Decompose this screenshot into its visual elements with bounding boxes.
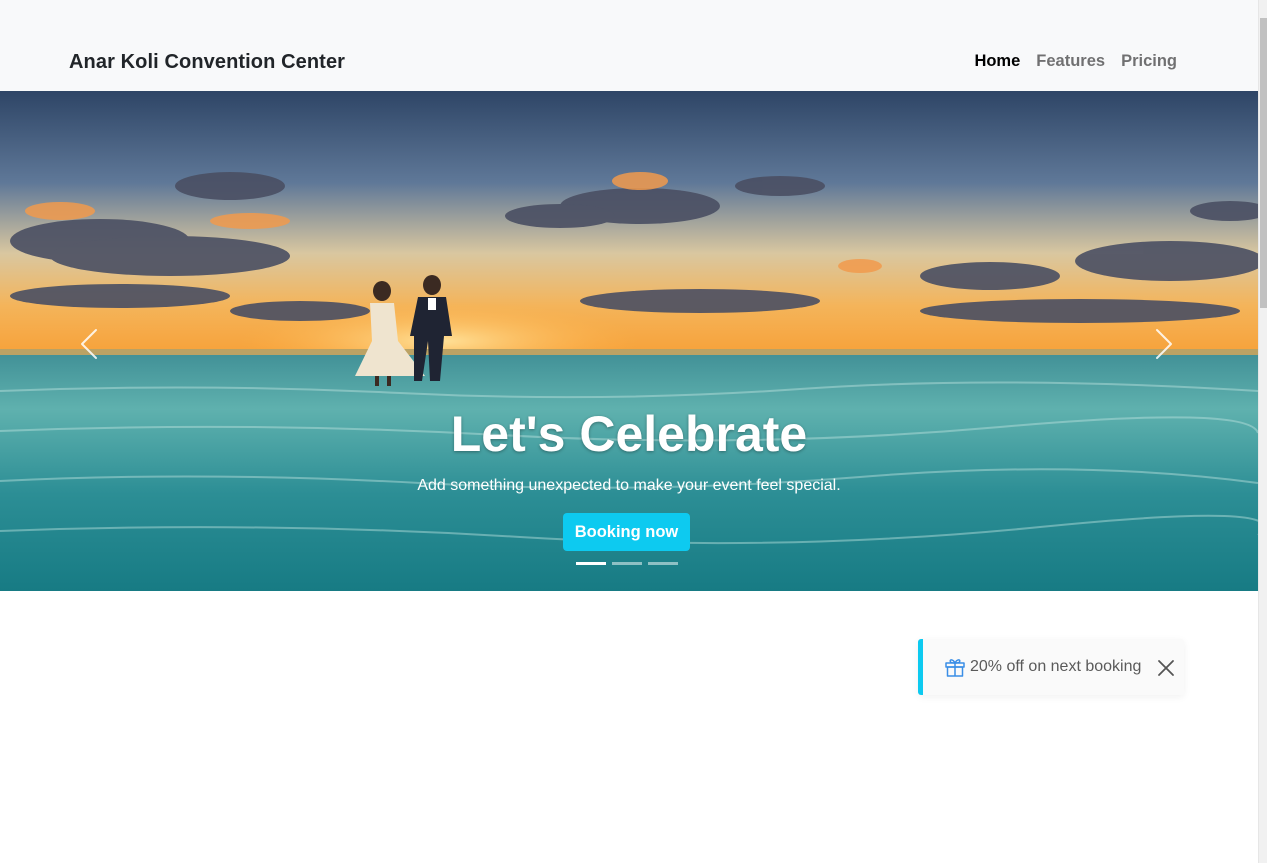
hero-carousel: Let's Celebrate Add something unexpected… [0, 91, 1258, 591]
vertical-scrollbar[interactable] [1258, 0, 1267, 863]
page: Anar Koli Convention Center Home Feature… [0, 0, 1267, 863]
scrollbar-thumb[interactable] [1260, 18, 1267, 308]
promo-toast: 20% off on next booking [918, 639, 1184, 695]
carousel-indicators [576, 562, 678, 565]
close-icon[interactable] [1156, 658, 1176, 678]
carousel-indicator-3[interactable] [648, 562, 678, 565]
carousel-prev-button[interactable] [70, 324, 110, 364]
nav-link-home[interactable]: Home [974, 52, 1020, 71]
nav-link-features[interactable]: Features [1036, 52, 1105, 71]
chevron-right-icon [1156, 329, 1172, 359]
chevron-left-icon [81, 329, 97, 359]
carousel-next-button[interactable] [1143, 324, 1183, 364]
gift-icon [945, 659, 965, 677]
carousel-subtitle: Add something unexpected to make your ev… [417, 477, 841, 494]
navbar: Anar Koli Convention Center Home Feature… [0, 0, 1258, 91]
nav-link-pricing[interactable]: Pricing [1121, 52, 1177, 71]
toast-message: 20% off on next booking [970, 658, 1142, 675]
brand-title[interactable]: Anar Koli Convention Center [69, 51, 345, 74]
nav-links: Home Features Pricing [974, 52, 1177, 71]
carousel-indicator-1[interactable] [576, 562, 606, 565]
booking-now-button[interactable]: Booking now [563, 513, 690, 551]
carousel-indicator-2[interactable] [612, 562, 642, 565]
carousel-title: Let's Celebrate [450, 406, 808, 462]
